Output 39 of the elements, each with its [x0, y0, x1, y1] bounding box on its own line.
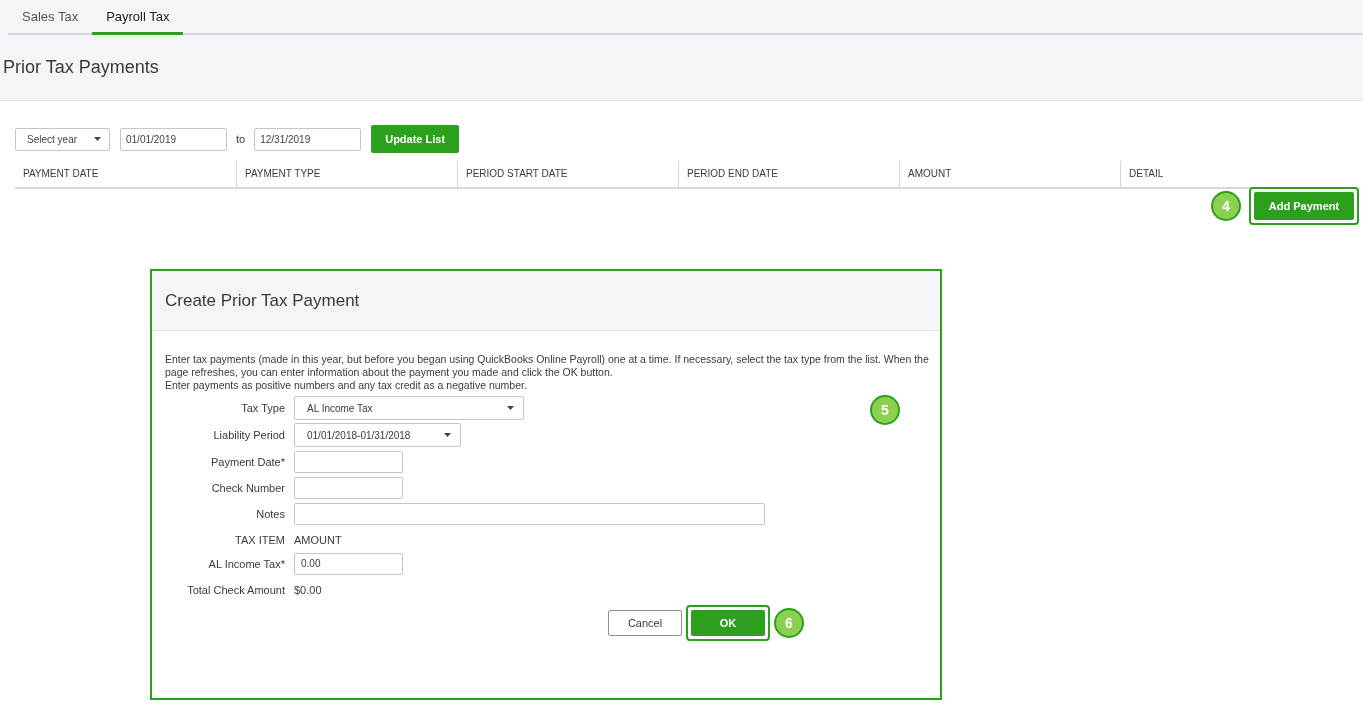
column-header: DETAIL	[1120, 161, 1341, 187]
total-label: Total Check Amount	[186, 583, 285, 596]
caret-icon	[507, 406, 514, 410]
field-label: Check Number	[210, 481, 285, 494]
column-header: AMOUNT	[899, 161, 1120, 187]
caret-icon	[94, 137, 101, 141]
field-label: Liability Period	[212, 429, 285, 441]
step-badge: 4	[1211, 191, 1241, 221]
page-title: Prior Tax Payments	[2, 56, 160, 78]
tab[interactable]: Payroll Tax	[92, 0, 184, 35]
step-badge: 5	[870, 395, 900, 425]
amount-field[interactable]: 0.00	[294, 552, 403, 575]
to-label: to	[236, 133, 246, 145]
tab[interactable]: Sales Tax	[8, 0, 93, 35]
dialog-title: Create Prior Tax Payment	[165, 290, 360, 311]
input-field[interactable]	[294, 450, 403, 473]
field-label: Tax Type	[240, 402, 285, 414]
column-header: PAYMENT DATE	[22, 167, 100, 181]
column-header: TAX ITEM	[234, 534, 285, 546]
step-badge: 6	[774, 608, 804, 638]
column-header: PERIOD START DATE	[457, 161, 678, 187]
column-header: AMOUNT	[294, 534, 342, 546]
instruction-text: Enter tax payments (made in this year, but before you began using QuickBooks Online Payroll) one at a time. If necessary, select the tax type from the list. When the page refreshes, you can enter information about the payment you made and click the OK button.	[165, 353, 930, 379]
year-select[interactable]: Select year	[15, 127, 110, 151]
total-value: $0.00	[294, 583, 322, 596]
field-label: Payment Date*	[210, 455, 285, 468]
column-header: PAYMENT TYPE	[236, 161, 457, 187]
dropdown[interactable]: 01/01/2018-01/31/2018	[294, 423, 461, 447]
caret-icon	[444, 433, 451, 437]
date-field[interactable]: 01/01/2019	[120, 127, 227, 151]
field-label: AL Income Tax*	[207, 557, 285, 570]
field-label: Notes	[255, 507, 285, 520]
date-field[interactable]: 12/31/2019	[254, 127, 362, 151]
input-field[interactable]	[294, 502, 765, 525]
dropdown[interactable]: AL Income Tax	[294, 396, 524, 420]
input-field[interactable]	[294, 476, 403, 499]
cancel-button[interactable]: Cancel	[608, 610, 682, 636]
instruction-text: Enter payments as positive numbers and any tax credit as a negative number.	[165, 379, 528, 392]
column-header: PERIOD END DATE	[678, 161, 899, 187]
